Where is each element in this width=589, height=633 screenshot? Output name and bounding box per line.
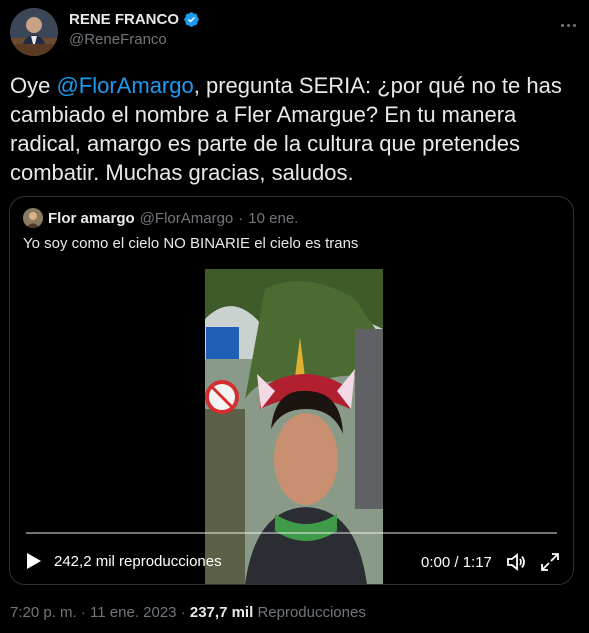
views-count[interactable]: 237,7 mil	[190, 604, 253, 621]
tweet-intro: Oye	[10, 73, 57, 98]
video-progress-bar[interactable]	[26, 532, 557, 534]
video-time: 0:00 / 1:17	[421, 553, 492, 571]
author-avatar[interactable]	[10, 8, 58, 56]
tweet-time[interactable]: 7:20 p. m.	[10, 604, 77, 621]
author-handle[interactable]: @ReneFranco	[69, 31, 200, 48]
play-controls: 242,2 mil reproducciones	[26, 552, 222, 570]
quote-author-name[interactable]: Flor amargo	[48, 210, 135, 227]
tweet-text: Oye @FlorAmargo, pregunta SERIA: ¿por qu…	[10, 71, 580, 187]
footer-separator-2: ·	[180, 604, 186, 621]
quote-separator: ·	[238, 209, 244, 227]
video-player[interactable]: 242,2 mil reproducciones 0:00 / 1:17	[10, 257, 573, 584]
verified-badge-icon	[184, 12, 199, 27]
tweet-footer: 7:20 p. m. · 11 ene. 2023 · 237,7 mil Re…	[10, 604, 366, 621]
tweet-mention[interactable]: @FlorAmargo	[56, 73, 193, 98]
tweet-date[interactable]: 11 ene. 2023	[90, 604, 176, 621]
quoted-tweet[interactable]: Flor amargo @FlorAmargo · 10 ene. Yo soy…	[9, 196, 574, 585]
video-right-controls: 0:00 / 1:17	[421, 552, 560, 572]
video-views: 242,2 mil reproducciones	[54, 552, 222, 570]
quote-avatar[interactable]	[23, 208, 43, 228]
quote-text: Yo soy como el cielo NO BINARIE el cielo…	[23, 235, 359, 252]
author-name-row[interactable]: RENE FRANCO	[69, 11, 200, 28]
fullscreen-icon[interactable]	[540, 552, 560, 572]
play-icon[interactable]	[26, 552, 42, 570]
author-info: RENE FRANCO @ReneFranco	[69, 11, 200, 48]
quote-header: Flor amargo @FlorAmargo · 10 ene.	[23, 208, 298, 228]
more-options-icon[interactable]	[556, 15, 580, 35]
video-frame	[205, 269, 383, 584]
quote-date[interactable]: 10 ene.	[248, 210, 298, 227]
volume-icon[interactable]	[506, 553, 526, 571]
views-label: Reproducciones	[257, 604, 366, 621]
footer-separator-1: ·	[80, 604, 86, 621]
quote-author-handle[interactable]: @FlorAmargo	[140, 210, 234, 227]
author-name[interactable]: RENE FRANCO	[69, 11, 179, 28]
